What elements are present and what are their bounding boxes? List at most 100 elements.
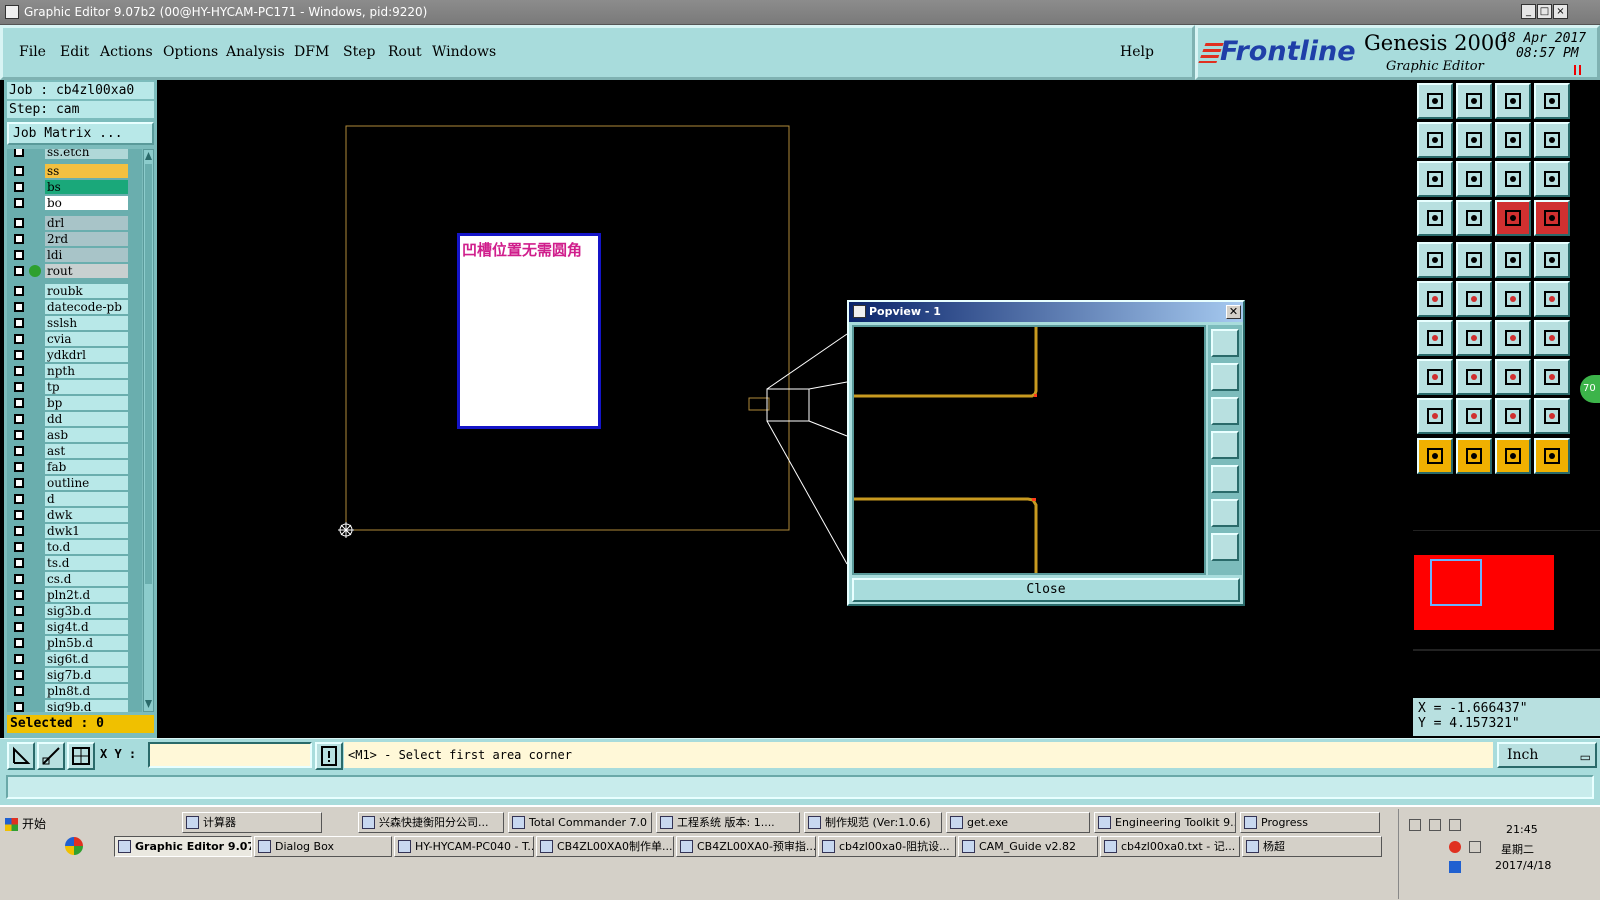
mirror-icon[interactable] <box>1534 320 1570 356</box>
menu-actions[interactable]: Actions <box>100 44 153 60</box>
taskbar-item[interactable]: 杨超 <box>1242 836 1382 857</box>
floating-badge[interactable]: 70 <box>1580 375 1600 403</box>
menu-options[interactable]: Options <box>163 44 218 60</box>
layer-row[interactable]: cs.d <box>7 572 142 586</box>
layer-row[interactable]: pln2t.d <box>7 588 142 602</box>
net-red-icon[interactable] <box>1534 200 1570 236</box>
layer-checkbox[interactable] <box>14 166 24 176</box>
menu-rout[interactable]: Rout <box>388 44 422 60</box>
ie-quicklaunch-icon[interactable] <box>65 837 83 855</box>
layer-checkbox[interactable] <box>14 590 24 600</box>
arrow-pad2-icon[interactable] <box>1534 281 1570 317</box>
tray-signal-icon[interactable] <box>1449 819 1461 831</box>
layer-row[interactable]: sig3b.d <box>7 604 142 618</box>
popview-zoom-in-icon[interactable] <box>1211 499 1239 527</box>
arc-icon[interactable] <box>1495 320 1531 356</box>
grid-icon[interactable] <box>67 742 95 770</box>
help-icon[interactable] <box>1534 161 1570 197</box>
measure-icon[interactable] <box>37 742 65 770</box>
layer-row[interactable]: npth <box>7 364 142 378</box>
layer-checkbox[interactable] <box>14 430 24 440</box>
layer-row[interactable]: ldi <box>7 248 142 262</box>
slash-icon[interactable] <box>1456 320 1492 356</box>
layer-row[interactable]: ts.d <box>7 556 142 570</box>
pan-right-icon[interactable] <box>1456 122 1492 158</box>
layer-row[interactable]: sig7b.d <box>7 668 142 682</box>
layer-row[interactable]: ss.etch <box>7 149 142 159</box>
pad-icon[interactable] <box>1417 242 1453 278</box>
zoom-ratio-icon[interactable] <box>1495 122 1531 158</box>
layer-checkbox[interactable] <box>14 494 24 504</box>
pan-left-icon[interactable] <box>1417 122 1453 158</box>
layer-checkbox[interactable] <box>14 286 24 296</box>
layer-checkbox[interactable] <box>14 149 24 157</box>
triangle-icon[interactable] <box>1417 398 1453 434</box>
layer-checkbox[interactable] <box>14 542 24 552</box>
tray-volume-icon[interactable] <box>1469 841 1481 853</box>
layer-row[interactable]: sig6t.d <box>7 652 142 666</box>
layer-checkbox[interactable] <box>14 702 24 712</box>
layer-row[interactable]: datecode-pb <box>7 300 142 314</box>
grid-toggle-icon[interactable] <box>1456 200 1492 236</box>
layer-checkbox[interactable] <box>14 350 24 360</box>
layer-checkbox[interactable] <box>14 266 24 276</box>
text-a2-icon[interactable] <box>1495 398 1531 434</box>
menu-dfm[interactable]: DFM <box>294 44 329 60</box>
taskbar-item[interactable]: Dialog Box <box>254 836 392 857</box>
popview-zoom-window-icon[interactable] <box>1211 329 1239 357</box>
menu-edit[interactable]: Edit <box>60 44 89 60</box>
minus-icon[interactable] <box>1456 359 1492 395</box>
taskbar-item[interactable]: 兴森快捷衡阳分公司... <box>358 812 504 833</box>
layer-checkbox[interactable] <box>14 606 24 616</box>
layer-row[interactable]: rout <box>7 264 142 278</box>
zoom-fit-icon[interactable] <box>1456 83 1492 119</box>
popview-pan-right-icon[interactable] <box>1211 465 1239 493</box>
tray-clock[interactable]: 21:45 <box>1506 823 1538 836</box>
tray-network-icon[interactable] <box>1429 819 1441 831</box>
layer-checkbox[interactable] <box>14 478 24 488</box>
job-matrix-button[interactable]: Job Matrix ... <box>7 122 154 145</box>
popview-canvas[interactable] <box>852 325 1206 575</box>
popview-pan-down-icon[interactable] <box>1211 397 1239 425</box>
layer-row[interactable]: asb <box>7 428 142 442</box>
layer-checkbox[interactable] <box>14 398 24 408</box>
popview-pan-left-icon[interactable] <box>1211 431 1239 459</box>
text-a3-icon[interactable] <box>1534 398 1570 434</box>
angle-icon[interactable] <box>1417 320 1453 356</box>
select-arrow2-icon[interactable] <box>1456 438 1492 474</box>
zoom-profile-icon[interactable] <box>1495 83 1531 119</box>
menu-windows[interactable]: Windows <box>432 44 496 60</box>
layer-row[interactable]: sig9b.d <box>7 700 142 712</box>
taskbar-item[interactable]: 工程系统 版本: 1.... <box>656 812 800 833</box>
connect-icon[interactable] <box>1417 281 1453 317</box>
layer-row[interactable]: bo <box>7 196 142 210</box>
popview-pan-up-icon[interactable] <box>1211 363 1239 391</box>
layer-row[interactable]: sslsh <box>7 316 142 330</box>
ruler-icon[interactable] <box>1495 242 1531 278</box>
cross-icon[interactable] <box>1456 281 1492 317</box>
layer-checkbox[interactable] <box>14 526 24 536</box>
layer-checkbox[interactable] <box>14 510 24 520</box>
circle-fill-icon[interactable] <box>1534 242 1570 278</box>
layer-checkbox[interactable] <box>14 218 24 228</box>
layer-row[interactable]: tp <box>7 380 142 394</box>
fit-screen-icon[interactable] <box>1417 161 1453 197</box>
redraw-icon[interactable] <box>1534 122 1570 158</box>
pad-blue-icon[interactable] <box>1534 359 1570 395</box>
layer-checkbox[interactable] <box>14 334 24 344</box>
layer-row[interactable]: to.d <box>7 540 142 554</box>
snap-icon[interactable] <box>7 742 35 770</box>
layer-row[interactable]: fab <box>7 460 142 474</box>
layer-row[interactable]: dwk1 <box>7 524 142 538</box>
layer-checkbox[interactable] <box>14 318 24 328</box>
layer-row[interactable]: outline <box>7 476 142 490</box>
popview-close-icon[interactable]: ✕ <box>1226 305 1241 319</box>
layer-checkbox[interactable] <box>14 686 24 696</box>
taskbar-item[interactable]: Engineering Toolkit 9.... <box>1094 812 1236 833</box>
taskbar-item[interactable]: get.exe <box>946 812 1090 833</box>
layer-checkbox[interactable] <box>14 366 24 376</box>
tray-app-icon[interactable] <box>1449 841 1461 853</box>
layer-row[interactable]: bp <box>7 396 142 410</box>
layer-checkbox[interactable] <box>14 622 24 632</box>
arrow-pad-icon[interactable] <box>1495 281 1531 317</box>
